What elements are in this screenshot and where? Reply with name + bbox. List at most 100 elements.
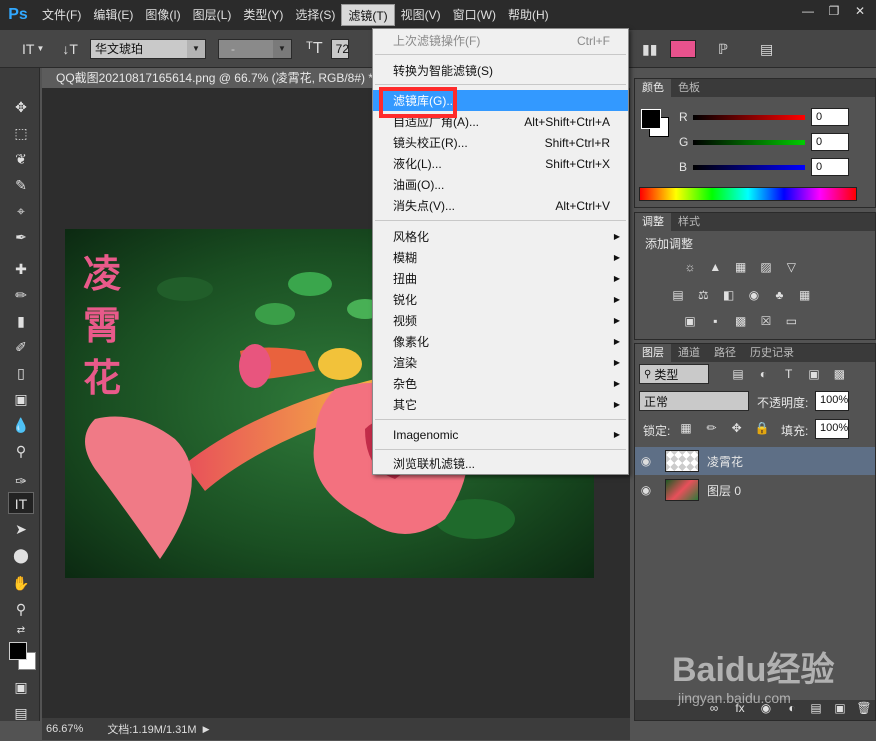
shape-filter-icon[interactable]: ▣ xyxy=(805,366,823,382)
font-size-field[interactable]: 72 xyxy=(330,38,349,59)
curves-icon[interactable]: ▦ xyxy=(732,259,750,275)
layer-row[interactable]: ◉ 凌霄花 xyxy=(635,447,875,475)
menu-item-noise[interactable]: 杂色 ▶ xyxy=(373,373,628,394)
overlay-title-text[interactable]: 凌霄花 xyxy=(83,248,135,404)
type-filter-icon[interactable]: T xyxy=(780,366,798,382)
text-color-swatch[interactable] xyxy=(670,40,696,58)
layer-filter-select[interactable]: ⚲ 类型 xyxy=(639,364,709,384)
clone-stamp-tool-icon[interactable]: ▮ xyxy=(8,310,34,332)
text-tool-preset-icon[interactable]: IT xyxy=(22,41,34,57)
levels-icon[interactable]: ▲ xyxy=(706,259,724,275)
healing-brush-tool-icon[interactable]: ✚ xyxy=(8,258,34,280)
zoom-level[interactable]: 66.67% xyxy=(46,723,83,735)
menu-item-other[interactable]: 其它 ▶ xyxy=(373,394,628,415)
blue-slider-track[interactable] xyxy=(693,164,805,170)
menu-image[interactable]: 图像(I) xyxy=(139,4,186,26)
minimize-icon[interactable]: — xyxy=(796,2,820,20)
lock-all-icon[interactable]: 🔒 xyxy=(753,420,771,436)
menu-item-vanishing-point[interactable]: 消失点(V)... Alt+Ctrl+V xyxy=(373,195,628,216)
menu-view[interactable]: 视图(V) xyxy=(395,4,447,26)
quick-select-tool-icon[interactable]: ✎ xyxy=(8,174,34,196)
menu-item-render[interactable]: 渲染 ▶ xyxy=(373,352,628,373)
menu-item-convert-smart-filter[interactable]: 转换为智能滤镜(S) xyxy=(373,60,628,81)
path-selection-tool-icon[interactable]: ➤ xyxy=(8,518,34,540)
ellipse-tool-icon[interactable]: ⬤ xyxy=(8,544,34,566)
photo-filter-icon[interactable]: ◉ xyxy=(745,287,763,303)
eye-icon[interactable]: ◉ xyxy=(635,483,657,497)
font-style-select[interactable]: - ▼ xyxy=(217,38,292,59)
smart-object-filter-icon[interactable]: ▩ xyxy=(830,366,848,382)
pixel-filter-icon[interactable]: ▤ xyxy=(729,366,747,382)
swap-colors-icon[interactable]: ⇄ xyxy=(8,620,34,642)
align-text-icon[interactable]: ▮▮ xyxy=(642,41,657,58)
blue-slider[interactable]: B 0 xyxy=(679,157,876,177)
adjustment-filter-icon[interactable]: ◐ xyxy=(754,366,772,382)
restore-icon[interactable]: ❐ xyxy=(822,2,846,20)
threshold-icon[interactable]: ▩ xyxy=(732,313,750,329)
red-slider[interactable]: R 0 xyxy=(679,107,876,127)
menu-window[interactable]: 窗口(W) xyxy=(447,4,502,26)
quick-mask-icon[interactable]: ▣ xyxy=(8,676,34,698)
character-panel-icon[interactable]: ▤ xyxy=(760,41,773,58)
menu-item-stylize[interactable]: 风格化 ▶ xyxy=(373,226,628,247)
tab-channels[interactable]: 通道 xyxy=(671,344,707,362)
red-slider-track[interactable] xyxy=(693,114,805,120)
selective-color-icon[interactable]: ☒ xyxy=(757,313,775,329)
lock-pixels-icon[interactable]: ✏ xyxy=(702,420,720,436)
document-tab[interactable]: QQ截图20210817165614.png @ 66.7% (凌霄花, RGB… xyxy=(42,68,372,88)
gradient-map-icon[interactable]: ▭ xyxy=(782,313,800,329)
color-spectrum-bar[interactable] xyxy=(639,187,857,201)
menu-item-blur[interactable]: 模糊 ▶ xyxy=(373,247,628,268)
channel-mixer-icon[interactable]: ♣ xyxy=(770,287,788,303)
menu-item-lens-correction[interactable]: 镜头校正(R)... Shift+Ctrl+R xyxy=(373,132,628,153)
blur-tool-icon[interactable]: 💧 xyxy=(8,414,34,436)
zoom-tool-icon[interactable]: ⚲ xyxy=(8,598,34,620)
layer-row[interactable]: ◉ 图层 0 xyxy=(635,476,875,504)
menu-edit[interactable]: 编辑(E) xyxy=(87,4,139,26)
chevron-down-icon[interactable]: ▼ xyxy=(36,44,44,53)
blend-mode-select[interactable]: 正常 xyxy=(639,391,749,411)
exposure-icon[interactable]: ▨ xyxy=(757,259,775,275)
menu-item-imagenomic[interactable]: Imagenomic ▶ xyxy=(373,424,628,445)
fill-value[interactable]: 100% xyxy=(815,419,849,439)
menu-layer[interactable]: 图层(L) xyxy=(187,4,238,26)
menu-type[interactable]: 类型(Y) xyxy=(237,4,289,26)
close-icon[interactable]: ✕ xyxy=(848,2,872,20)
green-slider[interactable]: G 0 xyxy=(679,132,876,152)
layer-name[interactable]: 凌霄花 xyxy=(707,453,743,470)
menu-item-distort[interactable]: 扭曲 ▶ xyxy=(373,268,628,289)
tab-history[interactable]: 历史记录 xyxy=(743,344,801,362)
font-family-select[interactable]: 华文琥珀 ▼ xyxy=(89,38,206,59)
foreground-color-swatch[interactable] xyxy=(641,109,661,129)
blue-value[interactable]: 0 xyxy=(811,158,849,176)
hand-tool-icon[interactable]: ✋ xyxy=(8,572,34,594)
lock-position-icon[interactable]: ✥ xyxy=(728,420,746,436)
menu-help[interactable]: 帮助(H) xyxy=(502,4,555,26)
tab-swatches[interactable]: 色板 xyxy=(671,79,707,97)
black-white-icon[interactable]: ◧ xyxy=(720,287,738,303)
tab-color[interactable]: 颜色 xyxy=(635,79,671,97)
lasso-tool-icon[interactable]: ❦ xyxy=(8,148,34,170)
green-value[interactable]: 0 xyxy=(811,133,849,151)
menu-item-video[interactable]: 视频 ▶ xyxy=(373,310,628,331)
red-value[interactable]: 0 xyxy=(811,108,849,126)
hue-saturation-icon[interactable]: ▤ xyxy=(669,287,687,303)
screen-mode-icon[interactable]: ▤ xyxy=(8,702,34,724)
type-tool-icon[interactable]: IT xyxy=(8,492,34,514)
gradient-tool-icon[interactable]: ▣ xyxy=(8,388,34,410)
tab-styles[interactable]: 样式 xyxy=(671,213,707,231)
menu-file[interactable]: 文件(F) xyxy=(36,4,87,26)
color-balance-icon[interactable]: ⚖ xyxy=(694,287,712,303)
warp-text-icon[interactable]: ℙ xyxy=(718,41,728,58)
brightness-icon[interactable]: ☼ xyxy=(681,259,699,275)
tab-adjustments[interactable]: 调整 xyxy=(635,213,671,231)
pen-tool-icon[interactable]: ✑ xyxy=(8,470,34,492)
menu-item-oil-paint[interactable]: 油画(O)... xyxy=(373,174,628,195)
chevron-right-icon[interactable]: ▶ xyxy=(203,724,210,735)
eyedropper-tool-icon[interactable]: ✒ xyxy=(8,226,34,248)
invert-icon[interactable]: ▣ xyxy=(681,313,699,329)
menu-item-pixelate[interactable]: 像素化 ▶ xyxy=(373,331,628,352)
menu-item-liquify[interactable]: 液化(L)... Shift+Ctrl+X xyxy=(373,153,628,174)
opacity-value[interactable]: 100% xyxy=(815,391,849,411)
lock-transparent-icon[interactable]: ▦ xyxy=(677,420,695,436)
